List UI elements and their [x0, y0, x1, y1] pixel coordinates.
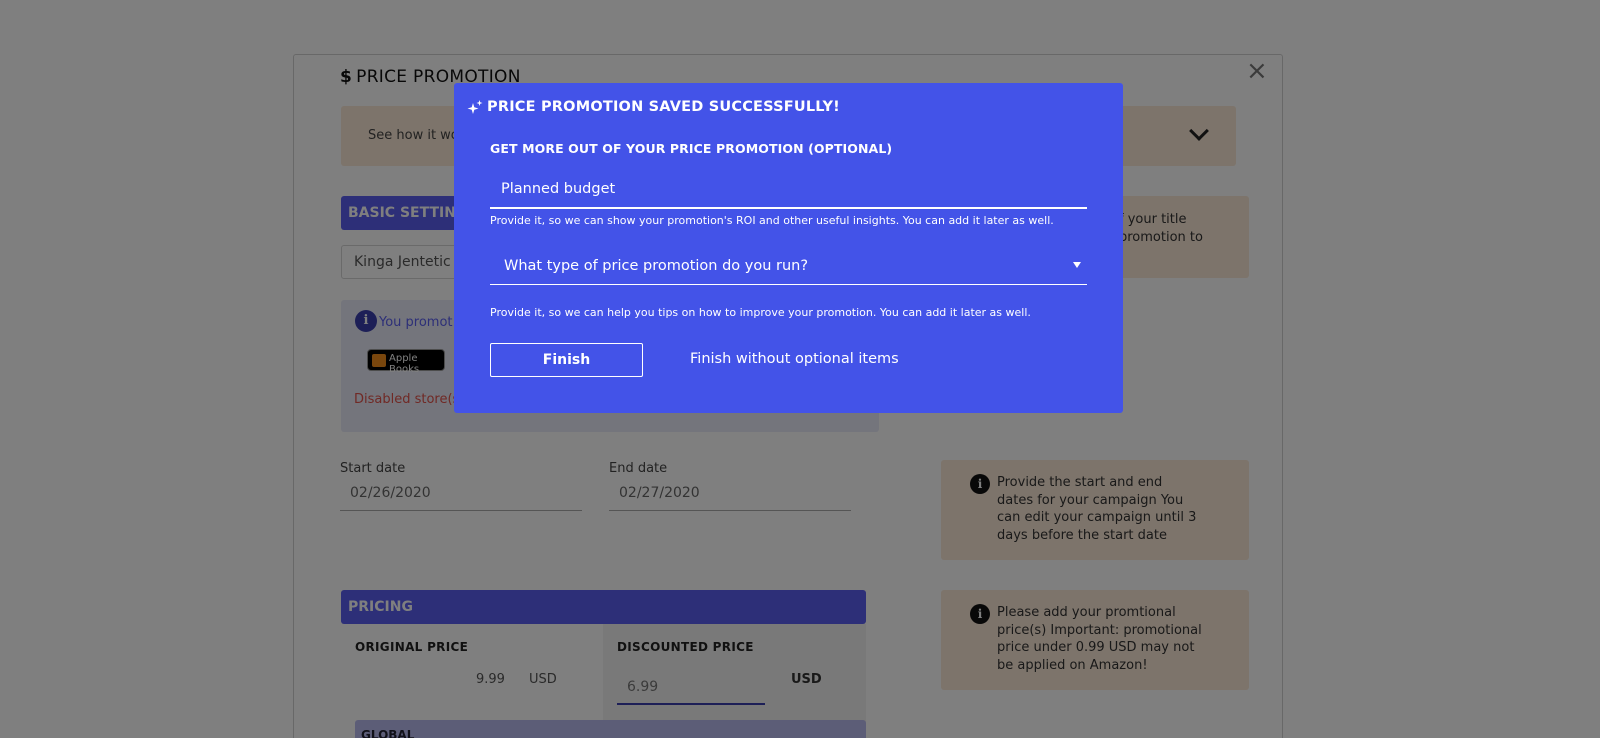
dropdown-arrow-icon: [1073, 262, 1081, 268]
planned-budget-input[interactable]: [490, 171, 1087, 209]
type-helper-text: Provide it, so we can help you tips on h…: [490, 306, 1031, 319]
success-modal: PRICE PROMOTION SAVED SUCCESSFULLY! GET …: [454, 83, 1123, 413]
modal-subtitle: GET MORE OUT OF YOUR PRICE PROMOTION (OP…: [490, 141, 893, 156]
sparkle-icon: [467, 100, 483, 114]
modal-title: PRICE PROMOTION SAVED SUCCESSFULLY!: [467, 99, 840, 115]
modal-title-text: PRICE PROMOTION SAVED SUCCESSFULLY!: [487, 99, 840, 115]
promotion-type-select[interactable]: What type of price promotion do you run?: [490, 249, 1087, 285]
budget-helper-text: Provide it, so we can show your promotio…: [490, 214, 1054, 227]
promotion-type-placeholder: What type of price promotion do you run?: [504, 258, 809, 274]
finish-without-optional-link[interactable]: Finish without optional items: [690, 351, 899, 367]
finish-button[interactable]: Finish: [490, 343, 643, 377]
